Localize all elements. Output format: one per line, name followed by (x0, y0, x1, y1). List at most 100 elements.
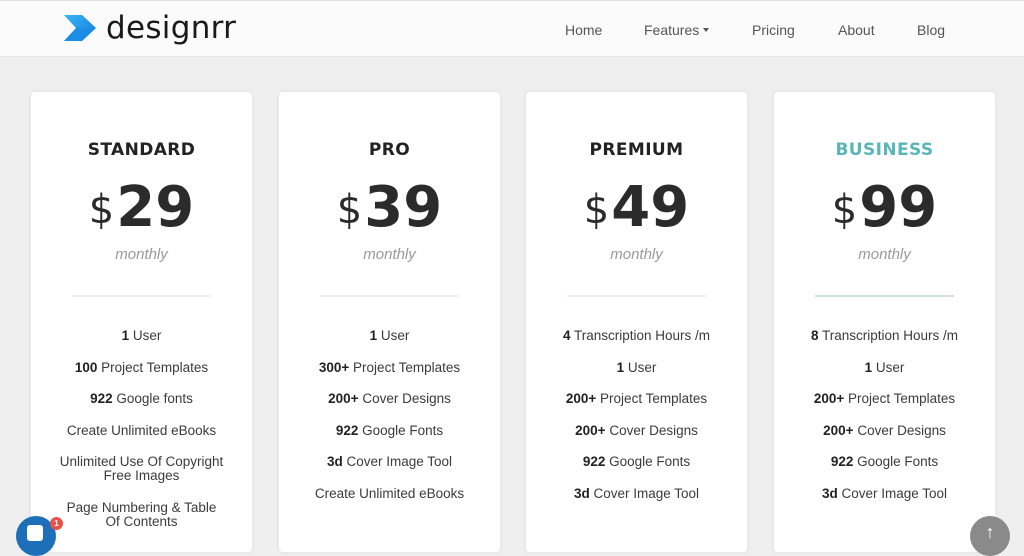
feature-quantity: 200+ (813, 391, 845, 406)
nav-features-label: Features (644, 22, 700, 38)
feature-quantity: 922 (582, 454, 606, 469)
plan-price: $29 (31, 178, 252, 251)
currency-symbol: $ (88, 187, 115, 233)
nav-pricing[interactable]: Pricing (752, 22, 795, 38)
feature-quantity: 200+ (328, 391, 359, 406)
plan-price: $49 (526, 178, 747, 251)
feature-text: Create Unlimited eBooks (66, 422, 217, 438)
billing-period: monthly (858, 246, 911, 263)
brand-logo[interactable]: designrr (62, 11, 236, 45)
feature-list: 8 Transcription Hours /m 1 User 200+ Proje… (774, 329, 995, 518)
scroll-to-top-button[interactable]: ↑ (970, 516, 1010, 556)
feature-text: Google Fonts (853, 454, 939, 469)
feature-item: 922 Google fonts (31, 392, 252, 406)
feature-quantity: 3d (821, 485, 838, 501)
feature-text: Cover Image Tool (342, 454, 453, 469)
feature-text: Cover Designs (358, 391, 451, 406)
currency-symbol: $ (336, 187, 363, 233)
plan-name: PREMIUM (589, 140, 684, 160)
feature-item: 1 User (774, 359, 995, 375)
plan-price: $39 (279, 178, 500, 251)
brand-name: designrr (106, 10, 237, 46)
currency-symbol: $ (583, 187, 610, 233)
feature-quantity: 1 (616, 359, 625, 375)
billing-period: monthly (363, 246, 416, 263)
divider (815, 295, 954, 297)
feature-item: Page Numbering & Table Of Contents (31, 500, 252, 529)
feature-item: Unlimited Use Of Copyright Free Images (31, 455, 252, 483)
feature-text: Cover Image Tool (589, 485, 700, 501)
feature-item: 3d Cover Image Tool (526, 485, 747, 501)
feature-item: 300+ Project Templates (279, 359, 500, 375)
price-amount: 49 (611, 175, 690, 240)
feature-text: User (377, 328, 410, 343)
feature-text: Google Fonts (605, 454, 691, 469)
feature-list: 1 User 300+ Project Templates 200+ Cover D… (279, 329, 500, 518)
feature-item: 922 Google Fonts (279, 422, 500, 438)
pricing-card-pro: PRO $39 monthly 1 User 300+ Project Template… (279, 92, 500, 552)
feature-list: 1 User 100 Project Templates 922 Google fo… (31, 329, 252, 546)
feature-item: 3d Cover Image Tool (279, 455, 500, 469)
nav-features[interactable]: Features (644, 22, 710, 38)
price-amount: 29 (116, 175, 195, 240)
feature-item: 8 Transcription Hours /m (774, 329, 995, 343)
chat-notification-badge: 1 (50, 517, 63, 530)
feature-item: 1 User (279, 329, 500, 343)
feature-item: 200+ Project Templates (774, 392, 995, 406)
feature-item: 922 Google Fonts (774, 455, 995, 469)
feature-quantity: 200+ (823, 422, 854, 438)
feature-quantity: 922 (830, 454, 854, 469)
plan-name: BUSINESS (835, 140, 934, 160)
feature-quantity: 1 (369, 328, 378, 343)
billing-period: monthly (115, 246, 168, 263)
feature-item: 4 Transcription Hours /m (526, 329, 747, 343)
feature-text: Project Templates (844, 391, 956, 406)
feature-item: Create Unlimited eBooks (31, 422, 252, 438)
plan-name: PRO (368, 140, 411, 160)
feature-text: Project Templates (596, 391, 708, 406)
feature-quantity: 3d (326, 454, 343, 469)
feature-quantity: 200+ (575, 422, 606, 438)
feature-text: Google Fonts (358, 422, 444, 438)
feature-text: Cover Image Tool (837, 485, 948, 501)
feature-quantity: 1 (121, 328, 130, 343)
feature-text: User (624, 359, 657, 375)
feature-item: 1 User (526, 359, 747, 375)
pricing-card-premium: PREMIUM $49 monthly 4 Transcription Hours /… (526, 92, 747, 552)
feature-item: 200+ Cover Designs (279, 392, 500, 406)
currency-symbol: $ (831, 187, 858, 233)
feature-text: Transcription Hours /m (818, 328, 959, 343)
top-navbar: designrr Home Features Pricing About Blo… (0, 0, 1024, 57)
feature-text: Create Unlimited eBooks (314, 485, 465, 501)
feature-item: 100 Project Templates (31, 359, 252, 375)
feature-text: Unlimited Use Of Copyright Free Images (59, 454, 224, 483)
plan-name: STANDARD (87, 140, 196, 160)
billing-period: monthly (610, 246, 663, 263)
feature-text: User (129, 328, 162, 343)
divider (567, 295, 706, 297)
feature-text: Transcription Hours /m (570, 328, 711, 343)
pricing-card-business: BUSINESS $99 monthly 8 Transcription Hours … (774, 92, 995, 552)
feature-item: 1 User (31, 329, 252, 343)
plan-price: $99 (774, 178, 995, 251)
feature-quantity: 1 (864, 359, 873, 375)
nav-blog[interactable]: Blog (917, 22, 945, 38)
feature-quantity: 3d (573, 485, 590, 501)
feature-quantity: 100 (74, 359, 98, 375)
feature-text: Cover Designs (853, 422, 946, 438)
feature-text: Cover Designs (605, 422, 698, 438)
price-amount: 39 (364, 175, 443, 240)
feature-item: Create Unlimited eBooks (279, 485, 500, 501)
caret-down-icon (703, 28, 710, 33)
chevron-logo-icon (64, 15, 96, 41)
nav-about[interactable]: About (838, 22, 875, 38)
feature-item: 3d Cover Image Tool (774, 485, 995, 501)
arrow-up-icon: ↑ (985, 522, 995, 542)
price-amount: 99 (859, 175, 938, 240)
feature-quantity: 922 (335, 422, 359, 438)
feature-text: Google fonts (112, 391, 193, 406)
feature-text: Project Templates (349, 359, 461, 375)
feature-item: 200+ Project Templates (526, 392, 747, 406)
nav-home[interactable]: Home (565, 22, 602, 38)
pricing-card-standard: STANDARD $29 monthly 1 User 100 Project Temp… (31, 92, 252, 552)
